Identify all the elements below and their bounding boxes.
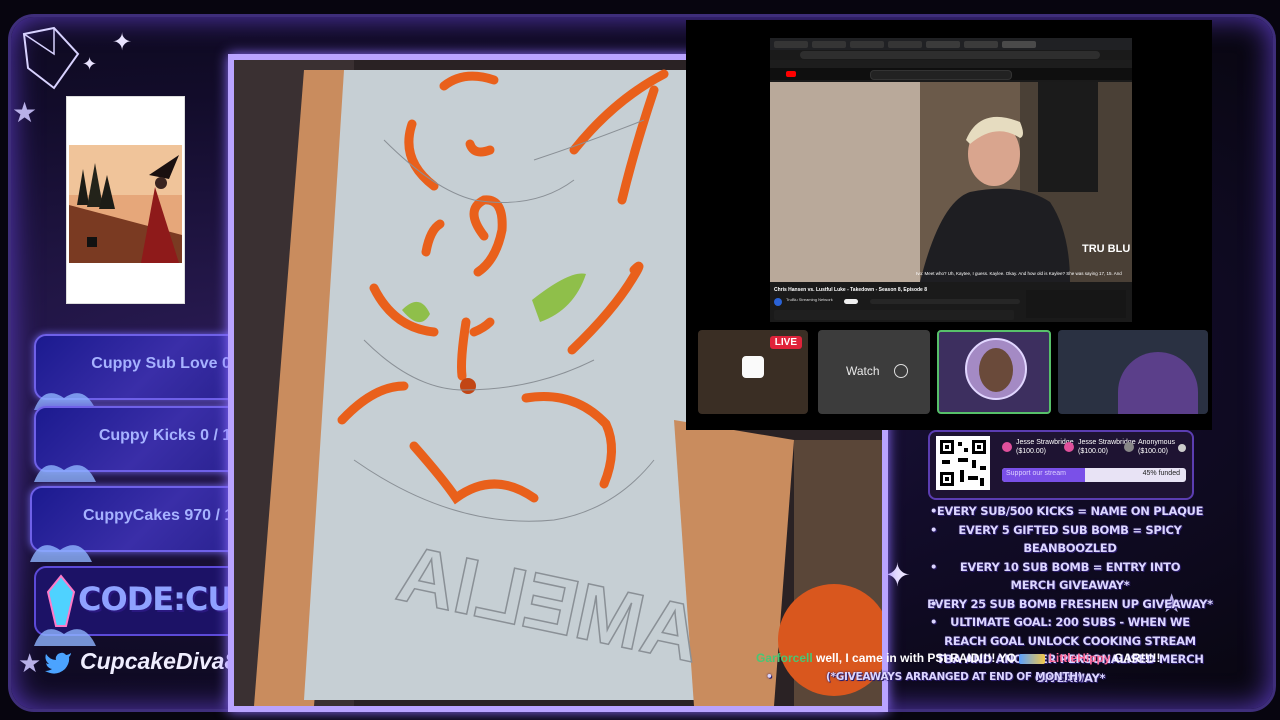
star-icon: ★ (18, 648, 42, 678)
chat-message: Garforcell well, I came in with PSI RAID… (756, 649, 1196, 685)
video-title: Chris Hansen vs. Lustful Luke - Takedown… (774, 287, 927, 293)
chat-text-prefix: YO (998, 651, 1016, 665)
hands-icon (34, 465, 96, 482)
youtube-search-input[interactable] (870, 70, 1012, 80)
twitter-handle-text: CupcakeDiva80 (80, 648, 251, 674)
chat-text-suffix: GAR!!!!! (1113, 651, 1161, 665)
video-player[interactable]: TRU BLU (770, 82, 1132, 282)
artwork-card (66, 96, 185, 304)
watch-label: Watch (846, 364, 880, 378)
address-bar[interactable] (800, 51, 1100, 59)
sparkle-icon: ✦ (884, 557, 911, 593)
donor-item: Anonymous ($100.00) (1124, 438, 1175, 456)
rule-item: EVERY 5 GIFTED SUB BOMB = SPICY BEANBOOZ… (920, 521, 1220, 558)
browser-tab[interactable] (888, 41, 922, 48)
chat-username[interactable]: Garforcell (756, 651, 813, 665)
browser-tab-active[interactable] (1002, 41, 1036, 48)
browser-tab[interactable] (850, 41, 884, 48)
participant-thumb-live[interactable]: LIVE (698, 330, 808, 414)
sparkle-icon: ✦ (82, 54, 98, 74)
youtube-header (770, 68, 1132, 80)
chat-mention[interactable]: LittleHippy (1049, 651, 1111, 665)
funding-percent: 45% funded (1142, 470, 1180, 477)
donor-name: Anonymous (1138, 439, 1175, 446)
avatar (965, 338, 1027, 400)
youtube-logo-icon[interactable] (786, 71, 796, 77)
recommended-videos[interactable] (1026, 290, 1126, 318)
video-description[interactable] (774, 310, 1014, 320)
browser-tab[interactable] (812, 41, 846, 48)
participant-thumb-streamer[interactable] (1058, 330, 1208, 414)
twitter-bird-icon (45, 652, 71, 674)
participant-thumb-watch[interactable]: Watch (818, 330, 930, 414)
rule-footnote: (*GIVEAWAYS ARRANGED AT END OF MONTH) (756, 669, 1196, 685)
browser-tab[interactable] (926, 41, 960, 48)
browser-tab[interactable] (964, 41, 998, 48)
participant-thumb-avatar[interactable] (937, 330, 1051, 414)
funding-bar-label: Support our stream (1006, 470, 1066, 477)
channel-avatar[interactable] (774, 298, 782, 306)
funding-progress-bar: Support our stream 45% funded (1002, 468, 1186, 482)
donor-item: Jesse Strawbridge ($100.00) (1002, 438, 1074, 456)
arrow-right-icon[interactable] (1178, 444, 1186, 452)
donor-avatar (1002, 442, 1012, 452)
rule-item: EVERY 25 SUB BOMB FRESHEN UP GIVEAWAY* (920, 595, 1220, 614)
chat-text: well, I came in with PSI RAID!!!! (816, 651, 996, 665)
donor-amount: ($100.00) (1138, 448, 1168, 455)
live-badge: LIVE (769, 336, 802, 349)
browser-tab-bar[interactable] (770, 38, 1132, 50)
donation-widget: Jesse Strawbridge ($100.00) Jesse Strawb… (928, 430, 1194, 500)
watch-toggle-icon[interactable] (894, 364, 908, 378)
rule-item: EVERY 10 SUB BOMB = ENTRY INTO MERCH GIV… (920, 558, 1220, 595)
browser-window: TRU BLU Ivo: Meet who? Uh, Kaytee, I gue… (770, 38, 1132, 322)
witch-painting-image (69, 145, 182, 263)
sparkle-icon: ✦ (112, 29, 133, 56)
browser-tab[interactable] (774, 41, 808, 48)
hands-icon (30, 545, 92, 562)
video-watermark: TRU BLU (1082, 243, 1130, 255)
bookmarks-bar (770, 60, 1132, 68)
video-subtitle: Ivo: Meet who? Uh, Kaytee, I guess. Kayl… (916, 271, 1122, 276)
subscribe-button[interactable] (844, 299, 858, 304)
hands-icon (34, 629, 96, 646)
rule-item: EVERY SUB/500 KICKS = NAME ON PLAQUE (920, 502, 1220, 521)
streamer-figure (1118, 352, 1198, 414)
crystal-icon (22, 26, 80, 90)
star-icon: ★ (12, 97, 38, 128)
qr-code-icon[interactable] (936, 436, 990, 490)
donor-avatar (1124, 442, 1134, 452)
person-icon (742, 356, 764, 378)
emote-icon (1019, 653, 1046, 664)
donor-avatar (1064, 442, 1074, 452)
video-actions-bar[interactable] (870, 299, 1020, 304)
